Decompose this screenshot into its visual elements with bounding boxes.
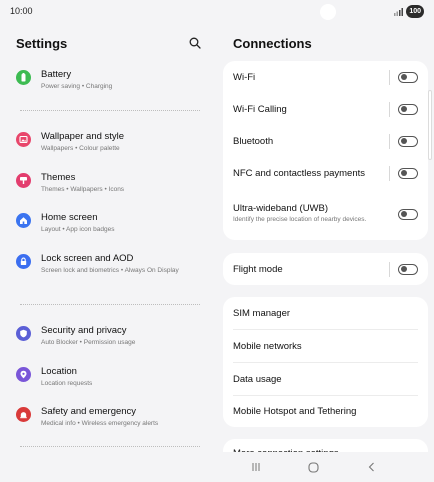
home-icon: [16, 213, 31, 228]
battery-icon: [16, 70, 31, 85]
settings-item-title: Themes: [41, 172, 76, 183]
settings-item-title: Lock screen and AOD: [41, 253, 134, 264]
status-bar: 10:00 100: [0, 0, 434, 24]
settings-item-location[interactable]: Location Location requests: [16, 366, 206, 388]
wifi-toggle[interactable]: [398, 71, 418, 83]
wifi-label: Wi-Fi: [233, 71, 256, 83]
settings-item-battery[interactable]: Battery Power saving • Charging: [16, 69, 206, 91]
wifi-calling-label: Wi-Fi Calling: [233, 103, 287, 115]
emergency-icon: [16, 407, 31, 422]
settings-item-wallpaper[interactable]: Wallpaper and style Wallpapers • Colour …: [16, 131, 206, 153]
battery-level-badge: 100: [406, 5, 424, 18]
palette-icon: [16, 132, 31, 147]
settings-item-title: Battery: [41, 69, 72, 80]
row-separator: [389, 101, 390, 117]
nfc-row[interactable]: NFC and contactless payments: [223, 157, 428, 189]
section-divider: [20, 110, 200, 112]
row-separator: [389, 261, 390, 277]
wifi-calling-toggle[interactable]: [398, 103, 418, 115]
flight-mode-label: Flight mode: [233, 263, 283, 275]
row-separator: [389, 69, 390, 85]
connections-card-flight: Flight mode: [223, 253, 428, 285]
section-divider: [20, 446, 200, 448]
mobile-networks-row[interactable]: Mobile networks: [223, 330, 428, 362]
settings-item-subtitle: Themes • Wallpapers • Icons: [41, 186, 125, 193]
sim-manager-label: SIM manager: [233, 307, 291, 319]
search-button[interactable]: [189, 36, 203, 50]
settings-item-themes[interactable]: Themes Themes • Wallpapers • Icons: [16, 172, 206, 194]
settings-item-title: Security and privacy: [41, 325, 127, 336]
wifi-calling-row[interactable]: Wi-Fi Calling: [223, 93, 428, 125]
uwb-row[interactable]: Ultra-wideband (UWB) Identify the precis…: [223, 189, 428, 239]
location-icon: [16, 367, 31, 382]
mobile-networks-label: Mobile networks: [233, 340, 302, 352]
uwb-description: Identify the precise location of nearby …: [233, 216, 367, 224]
settings-item-subtitle: Screen lock and biometrics • Always On D…: [41, 267, 179, 274]
navigation-bar: [0, 452, 434, 482]
settings-item-subtitle: Medical info • Wireless emergency alerts: [41, 420, 159, 427]
sim-manager-row[interactable]: SIM manager: [223, 297, 428, 329]
settings-item-title: Home screen: [41, 212, 98, 223]
hotspot-label: Mobile Hotspot and Tethering: [233, 406, 357, 417]
page-title: Settings: [16, 36, 68, 51]
scroll-handle[interactable]: [428, 90, 432, 160]
flight-mode-row[interactable]: Flight mode: [223, 253, 428, 285]
settings-item-subtitle: Location requests: [41, 380, 93, 387]
connections-card-wireless: Wi-Fi Wi-Fi Calling Bluetooth NFC and co…: [223, 61, 428, 240]
bluetooth-toggle[interactable]: [398, 135, 418, 147]
settings-item-title: Wallpaper and style: [41, 131, 125, 142]
settings-item-safety[interactable]: Safety and emergency Medical info • Wire…: [16, 406, 206, 428]
uwb-toggle[interactable]: [398, 208, 418, 220]
lock-icon: [16, 254, 31, 269]
home-circle-icon: [307, 461, 319, 473]
hotspot-row[interactable]: Mobile Hotspot and Tethering: [223, 396, 428, 427]
status-time: 10:00: [10, 6, 33, 16]
home-button[interactable]: [306, 460, 320, 474]
recents-icon: [252, 463, 260, 471]
uwb-label: Ultra-wideband (UWB): [233, 203, 329, 215]
data-usage-label: Data usage: [233, 373, 282, 385]
settings-item-subtitle: Layout • App icon badges: [41, 226, 115, 233]
recents-button[interactable]: [249, 460, 263, 474]
settings-item-subtitle: Auto Blocker • Permission usage: [41, 339, 136, 346]
nfc-toggle[interactable]: [398, 167, 418, 179]
bluetooth-label: Bluetooth: [233, 135, 274, 147]
row-separator: [389, 165, 390, 181]
connections-title: Connections: [233, 36, 312, 51]
row-separator: [389, 133, 390, 149]
settings-item-home-screen[interactable]: Home screen Layout • App icon badges: [16, 212, 206, 234]
shield-icon: [16, 326, 31, 341]
search-icon: [189, 37, 201, 49]
signal-icon: [394, 7, 404, 16]
wifi-row[interactable]: Wi-Fi: [223, 61, 428, 93]
status-icons: 100: [394, 5, 424, 18]
bluetooth-row[interactable]: Bluetooth: [223, 125, 428, 157]
themes-icon: [16, 173, 31, 188]
nfc-label: NFC and contactless payments: [233, 167, 366, 179]
settings-item-subtitle: Power saving • Charging: [41, 83, 113, 90]
settings-item-title: Safety and emergency: [41, 406, 137, 417]
back-button[interactable]: [364, 460, 378, 474]
settings-item-subtitle: Wallpapers • Colour palette: [41, 145, 120, 152]
settings-item-security[interactable]: Security and privacy Auto Blocker • Perm…: [16, 325, 206, 347]
connections-card-network: SIM manager Mobile networks Data usage M…: [223, 297, 428, 427]
flight-mode-toggle[interactable]: [398, 263, 418, 275]
settings-item-title: Location: [41, 366, 77, 377]
data-usage-row[interactable]: Data usage: [223, 363, 428, 395]
section-divider: [20, 304, 200, 306]
camera-cutout: [320, 4, 336, 20]
back-icon: [368, 462, 374, 472]
settings-item-lock-screen[interactable]: Lock screen and AOD Screen lock and biom…: [16, 253, 206, 275]
